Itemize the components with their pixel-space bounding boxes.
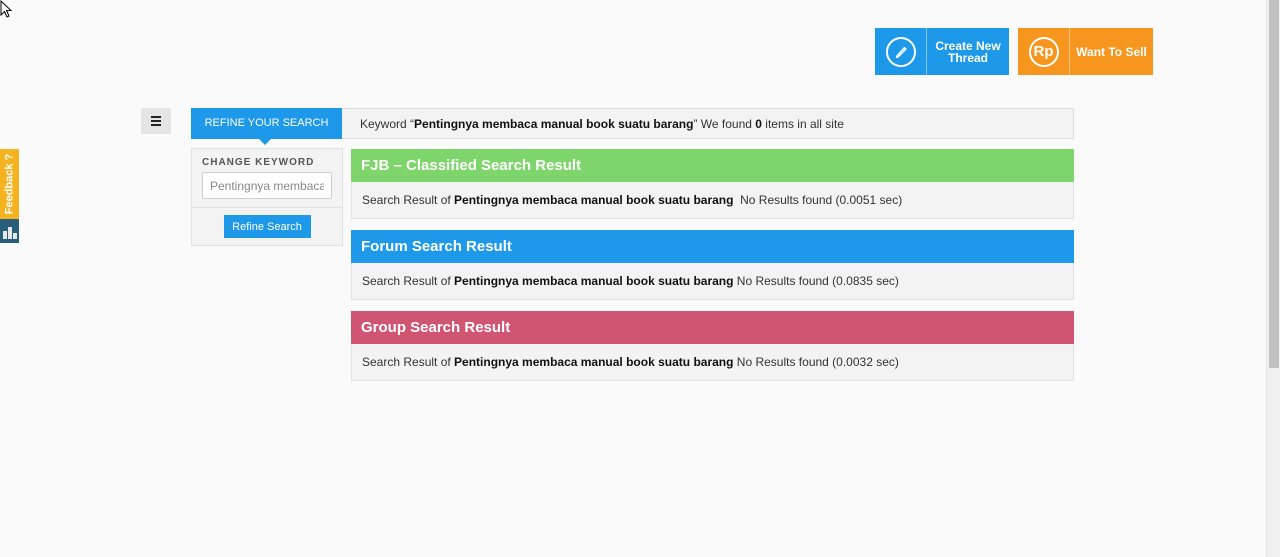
fjb-result-keyword: Pentingnya membaca manual book suatu bar…: [454, 193, 734, 207]
keyword-input[interactable]: [202, 172, 332, 199]
group-result-prefix: Search Result of: [362, 355, 455, 369]
fjb-result-status: No Results found (0.0051 sec): [733, 193, 903, 207]
change-keyword-label: CHANGE KEYWORD: [202, 157, 315, 168]
pencil-icon-wrap: [875, 28, 927, 75]
create-new-thread-button[interactable]: Create New Thread: [875, 28, 1009, 75]
scrollbar-thumb[interactable]: [1269, 0, 1279, 368]
create-new-thread-label: Create New Thread: [935, 38, 1001, 65]
panel-divider: [192, 207, 342, 208]
group-result-body: Search Result of Pentingnya membaca manu…: [351, 344, 1074, 381]
want-to-sell-label: Want To Sell: [1076, 44, 1147, 59]
hamburger-icon[interactable]: [141, 108, 171, 134]
rupiah-icon-wrap: Rp: [1018, 28, 1070, 75]
keyword-summary: Keyword “Pentingnya membaca manual book …: [342, 117, 844, 131]
result-count: 0: [755, 116, 762, 131]
forum-result-keyword: Pentingnya membaca manual book suatu bar…: [454, 274, 734, 288]
rupiah-icon: Rp: [1028, 36, 1059, 67]
feedback-label: Feedback ?: [3, 153, 16, 215]
refine-search-button[interactable]: Refine Search: [223, 215, 311, 238]
refine-panel: CHANGE KEYWORD Refine Search: [191, 148, 343, 246]
group-result-title: Group Search Result: [351, 311, 1074, 344]
keyword-suffix: ” We found: [693, 116, 756, 131]
forum-result-prefix: Search Result of: [362, 274, 455, 288]
fjb-result-prefix: Search Result of: [362, 193, 455, 207]
group-result-keyword: Pentingnya membaca manual book suatu bar…: [454, 355, 734, 369]
count-suffix: items in all site: [761, 116, 844, 131]
fjb-result-section: FJB – Classified Search Result Search Re…: [351, 149, 1074, 219]
forum-result-section: Forum Search Result Search Result of Pen…: [351, 230, 1074, 300]
feedback-tab[interactable]: Feedback ?: [0, 149, 19, 219]
group-result-section: Group Search Result Search Result of Pen…: [351, 311, 1074, 381]
refine-your-search-tab[interactable]: REFINE YOUR SEARCH: [191, 107, 342, 145]
keyword-value: Pentingnya membaca manual book suatu bar…: [414, 116, 694, 131]
search-summary-bar: REFINE YOUR SEARCH Keyword “Pentingnya m…: [191, 107, 1074, 145]
forum-result-status: No Results found (0.0835 sec): [733, 274, 899, 288]
cursor-icon: [0, 0, 12, 18]
group-result-status: No Results found (0.0032 sec): [733, 355, 899, 369]
pencil-icon: [885, 36, 916, 67]
fjb-result-body: Search Result of Pentingnya membaca manu…: [351, 182, 1074, 219]
want-to-sell-button[interactable]: Rp Want To Sell: [1018, 28, 1153, 75]
keyword-prefix: Keyword “: [360, 116, 415, 131]
fjb-result-title: FJB – Classified Search Result: [351, 149, 1074, 182]
feedback-icon[interactable]: [0, 219, 19, 243]
page-scrollbar[interactable]: [1266, 0, 1280, 557]
forum-result-body: Search Result of Pentingnya membaca manu…: [351, 263, 1074, 300]
forum-result-title: Forum Search Result: [351, 230, 1074, 263]
